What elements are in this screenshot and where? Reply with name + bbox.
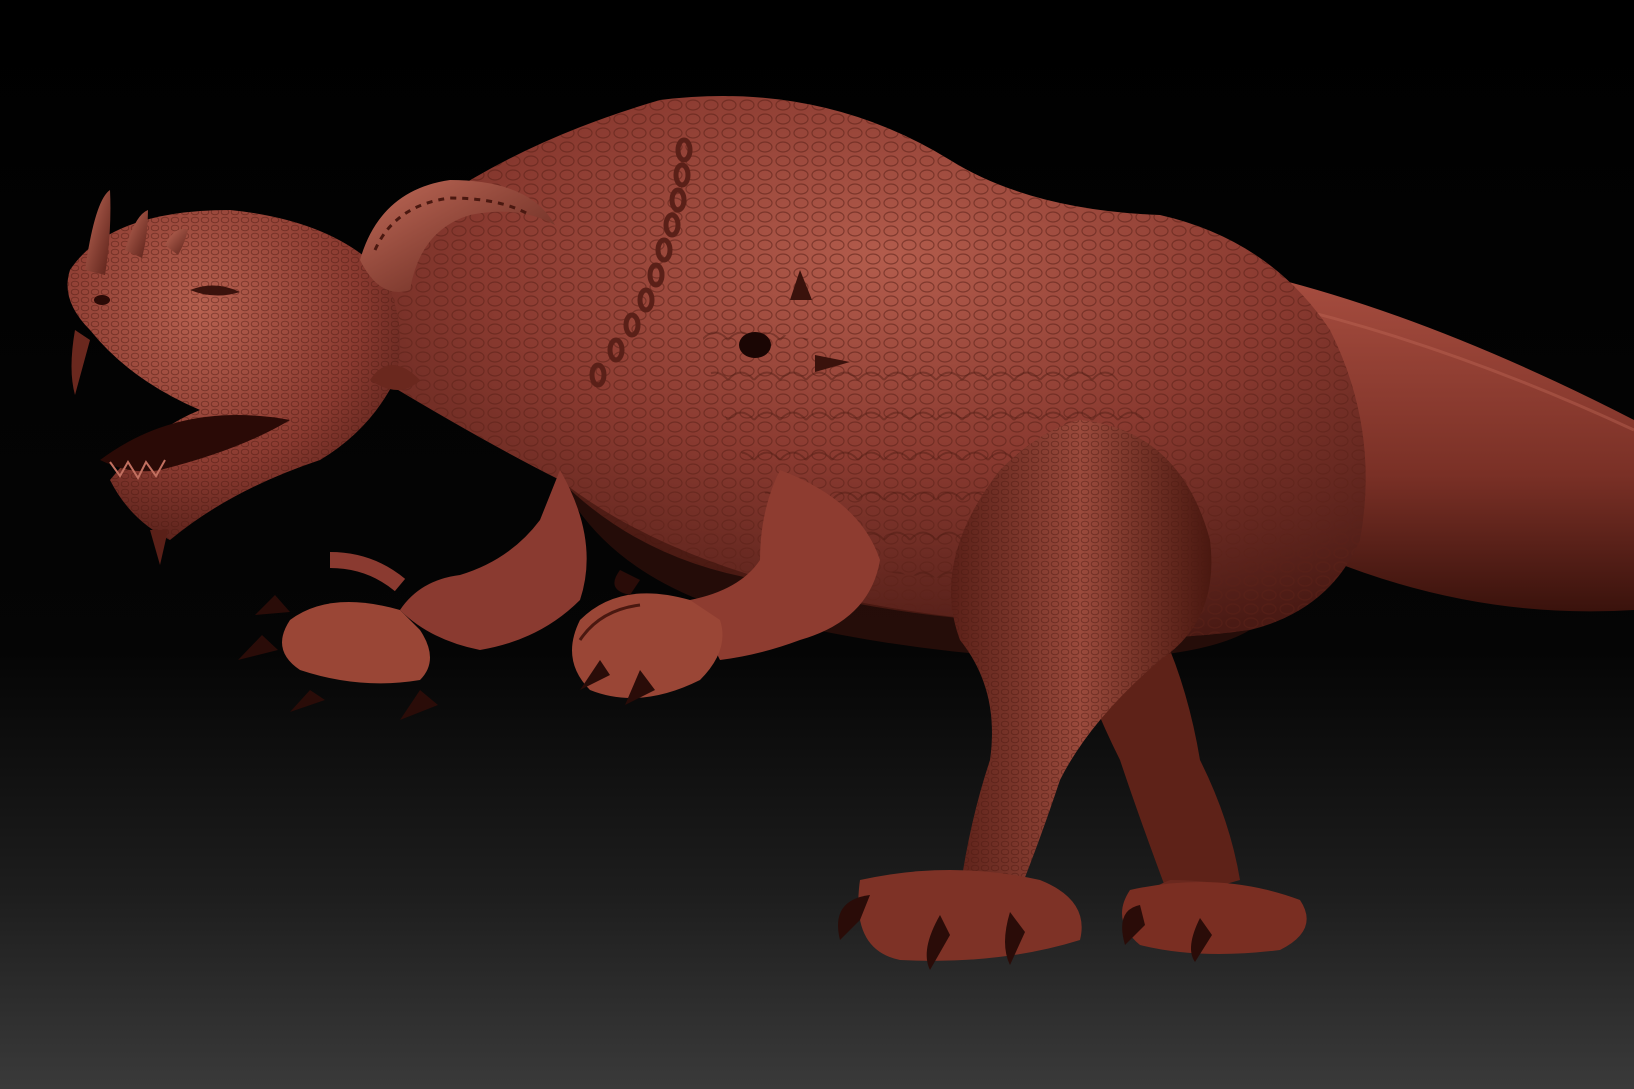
- render-viewport: [0, 0, 1634, 1089]
- hind-foot-near: [838, 870, 1082, 970]
- hind-foot-far: [1122, 882, 1307, 962]
- far-arm: [238, 470, 587, 720]
- creature-render: [67, 96, 1634, 970]
- head: [67, 210, 400, 565]
